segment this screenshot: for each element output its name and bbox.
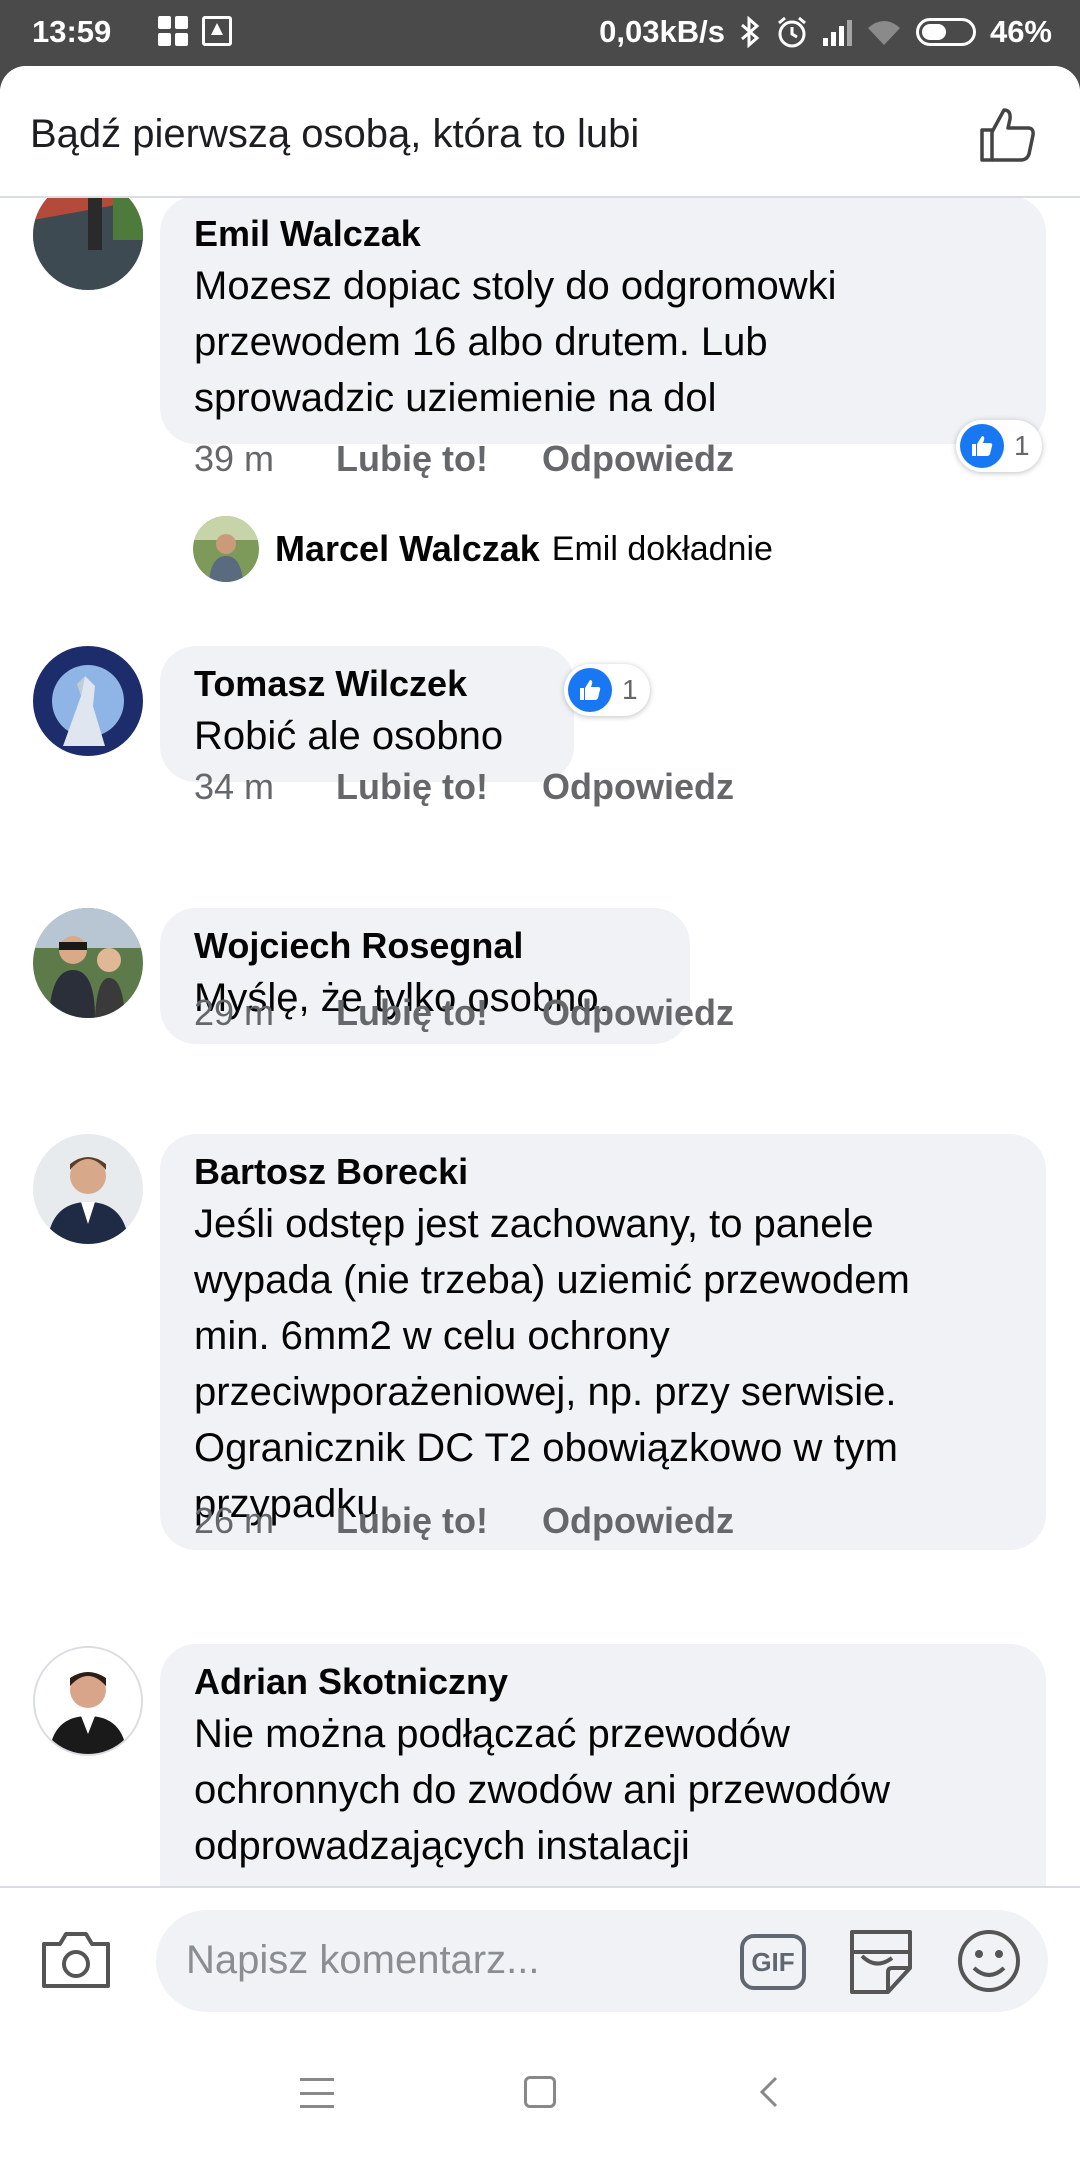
comment-meta: 29 m Lubię to! Odpowiedz	[194, 992, 734, 1034]
comment-text-line: odprowadzających instalacji	[194, 1824, 690, 1868]
like-link[interactable]: Lubię to!	[336, 438, 542, 480]
comment-author[interactable]: Tomasz Wilczek	[194, 660, 540, 708]
likes-summary: Bądź pierwszą osobą, która to lubi	[30, 112, 640, 156]
avatar[interactable]	[33, 908, 143, 1018]
camera-icon[interactable]	[40, 1928, 112, 1990]
reply-preview[interactable]: Marcel Walczak Emil dokładnie	[193, 516, 773, 582]
reaction-count[interactable]: 1	[564, 664, 650, 716]
sticker-icon[interactable]	[846, 1926, 916, 1998]
like-link[interactable]: Lubię to!	[336, 1500, 542, 1542]
avatar[interactable]	[193, 516, 259, 582]
comment-input[interactable]	[186, 1930, 746, 1990]
reply-link[interactable]: Odpowiedz	[542, 766, 734, 808]
home-icon[interactable]	[524, 2076, 556, 2108]
reply-link[interactable]: Odpowiedz	[542, 438, 734, 480]
comment-bubble[interactable]: Emil Walczak Mozesz dopiac stoly do odgr…	[160, 198, 1046, 444]
avatar[interactable]	[33, 646, 143, 756]
like-reaction-icon	[960, 424, 1004, 468]
comment-author[interactable]: Bartosz Borecki	[194, 1148, 1012, 1196]
status-bar: 13:59 0,03kB/s 46%	[0, 0, 1080, 66]
sheet-header: Bądź pierwszą osobą, która to lubi	[0, 66, 1080, 198]
comment-text-line: przeciwporażeniowej, np. przy serwisie.	[194, 1370, 897, 1414]
comment-text-line: Robić ale osobno	[194, 714, 504, 758]
reply-author[interactable]: Marcel Walczak	[275, 528, 540, 570]
reply-link[interactable]: Odpowiedz	[542, 1500, 734, 1542]
comment-author[interactable]: Emil Walczak	[194, 210, 1012, 258]
comment-text-line: Ogranicznik DC T2 obowiązkowo w tym	[194, 1426, 898, 1470]
comment-text-line: Nie można podłączać przewodów	[194, 1712, 790, 1756]
comment-time: 39 m	[194, 438, 275, 479]
comment-bubble[interactable]: Tomasz Wilczek Robić ale osobno	[160, 646, 574, 782]
comment-meta: 34 m Lubię to! Odpowiedz	[194, 766, 734, 808]
comment-text-line: Mozesz dopiac stoly do odgromowki	[194, 264, 837, 308]
avatar[interactable]	[33, 198, 143, 290]
emoji-icon[interactable]	[956, 1928, 1022, 1994]
like-reaction-icon	[568, 668, 612, 712]
reply-text: Emil dokładnie	[551, 529, 773, 568]
like-link[interactable]: Lubię to!	[336, 992, 542, 1034]
comment-meta: 39 m Lubię to! Odpowiedz	[194, 438, 734, 480]
comment-text-line: min. 6mm2 w celu ochrony	[194, 1314, 670, 1358]
avatar[interactable]	[33, 1646, 143, 1756]
comment-author[interactable]: Wojciech Rosegnal	[194, 922, 656, 970]
comment-composer: GIF	[0, 1886, 1080, 2028]
signal-icon	[822, 18, 852, 46]
comment-time: 34 m	[194, 766, 275, 807]
reply-link[interactable]: Odpowiedz	[542, 992, 734, 1034]
reaction-count[interactable]: 1	[956, 420, 1042, 472]
battery-percent: 46%	[989, 14, 1052, 49]
comment-text-line: wypada (nie trzeba) uziemić przewodem	[194, 1258, 910, 1302]
comment-text-line: sprowadzic uziemienie na dol	[194, 376, 717, 420]
comment-time: 26 m	[194, 1500, 275, 1541]
like-link[interactable]: Lubię to!	[336, 766, 542, 808]
alarm-icon	[777, 16, 806, 48]
comments-sheet: Bądź pierwszą osobą, która to lubi Emil …	[0, 66, 1080, 2160]
battery-icon	[915, 18, 976, 46]
comment-meta: 26 m Lubię to! Odpowiedz	[194, 1500, 734, 1542]
comment-text-line: ochronnych do zwodów ani przewodów	[194, 1768, 890, 1812]
comment-bubble[interactable]: Bartosz Borecki Jeśli odstęp jest zachow…	[160, 1134, 1046, 1550]
gif-icon[interactable]: GIF	[740, 1934, 806, 1990]
upload-icon	[202, 16, 232, 46]
comment-author[interactable]: Adrian Skotniczny	[194, 1658, 1012, 1706]
avatar[interactable]	[33, 1134, 143, 1244]
bluetooth-icon	[740, 16, 760, 48]
network-speed: 0,03kB/s	[599, 14, 725, 49]
system-nav-bar	[0, 2028, 1080, 2160]
thumbs-up-outline-icon[interactable]	[978, 104, 1038, 164]
wifi-icon	[867, 21, 900, 45]
back-icon[interactable]	[752, 2074, 788, 2110]
comments-list: Emil Walczak Mozesz dopiac stoly do odgr…	[0, 198, 1080, 1952]
gallery-icon	[158, 16, 188, 46]
comment-time: 29 m	[194, 992, 275, 1033]
menu-icon[interactable]	[300, 2078, 334, 2108]
status-time: 13:59	[32, 14, 112, 49]
comment-input-container[interactable]: GIF	[156, 1910, 1048, 2012]
comment-text-line: Jeśli odstęp jest zachowany, to panele	[194, 1202, 874, 1246]
comment-text-line: przewodem 16 albo drutem. Lub	[194, 320, 768, 364]
